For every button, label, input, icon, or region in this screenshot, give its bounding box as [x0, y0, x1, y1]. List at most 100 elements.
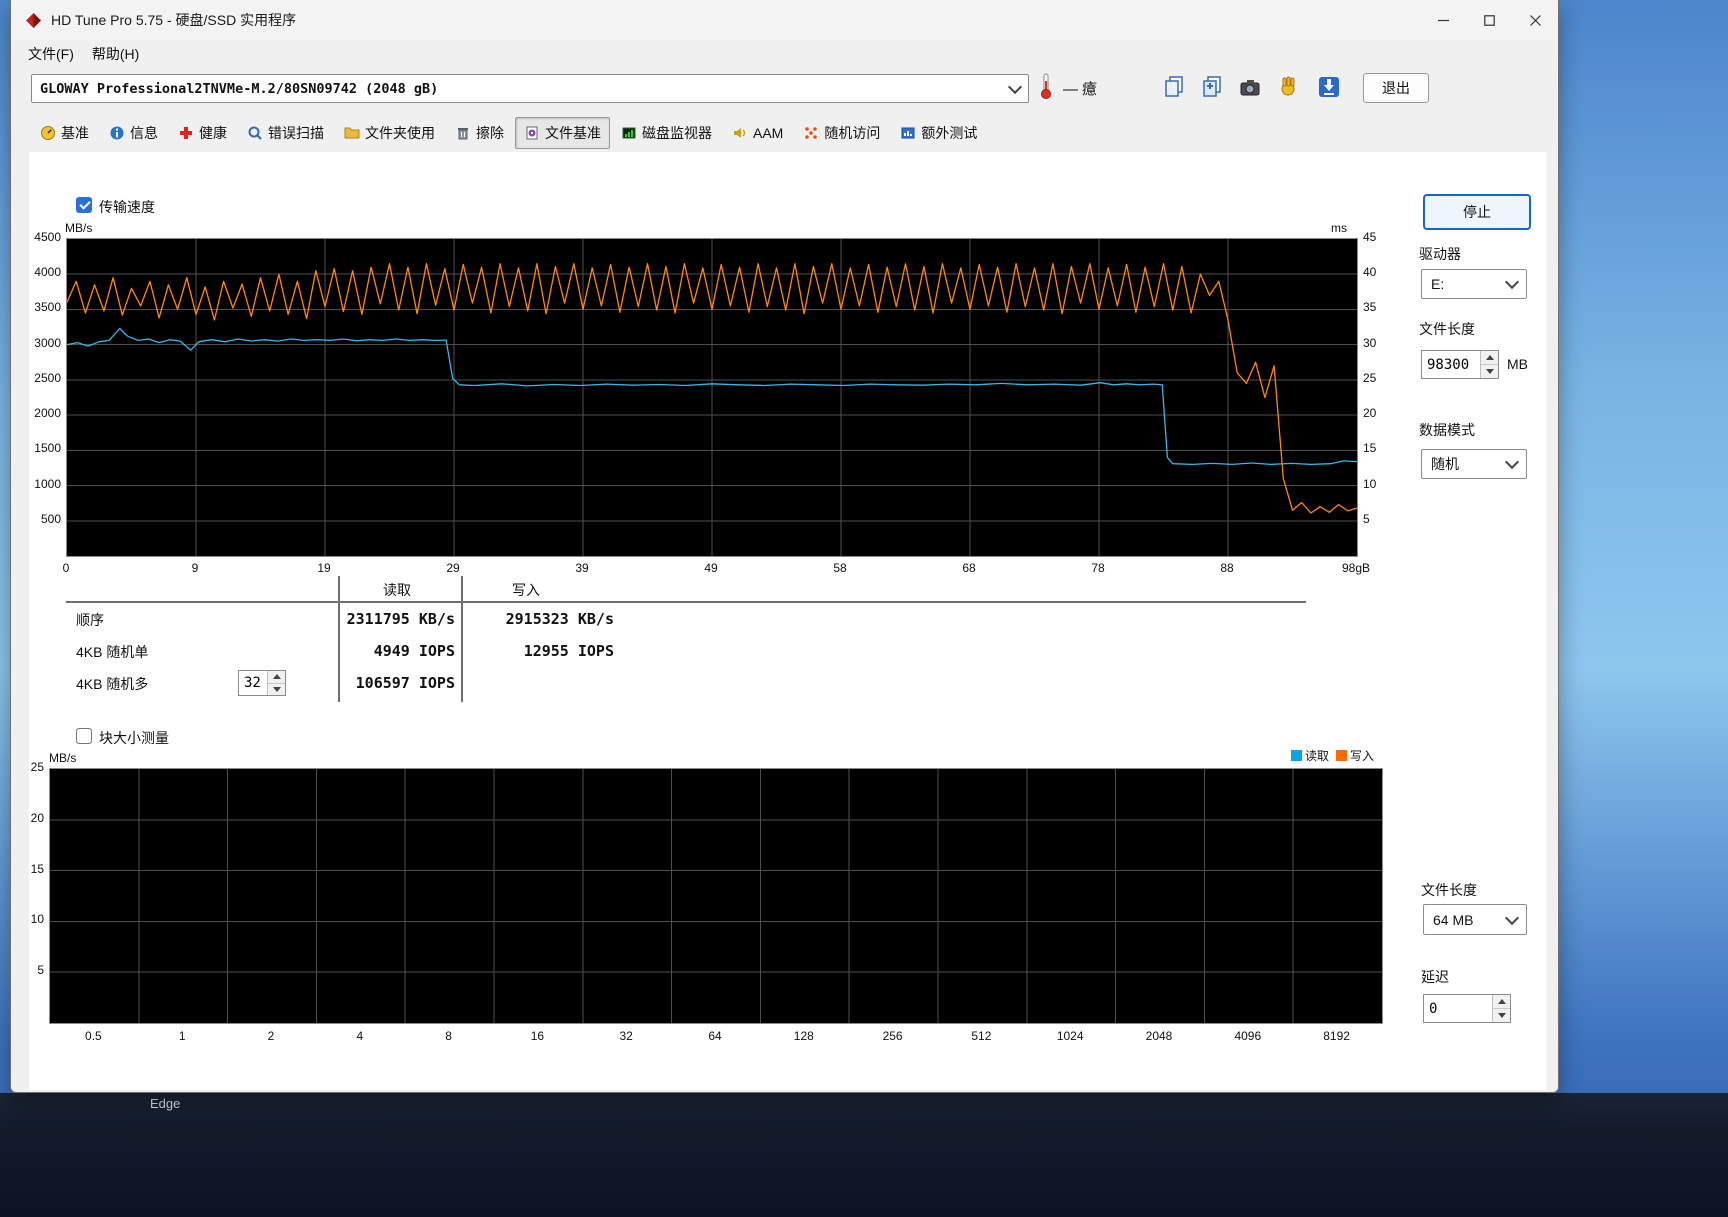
minimize-button[interactable]	[1420, 0, 1466, 40]
block-chart-x-ticks: 0.512481632641282565121024204840968192	[49, 1029, 1381, 1045]
taskbar-item-edge[interactable]: Edge	[150, 1096, 180, 1111]
drive-field-label: 驱动器	[1419, 244, 1461, 264]
data-mode-field-label: 数据模式	[1419, 420, 1475, 440]
tab-file-benchmark[interactable]: 文件基准	[515, 117, 610, 149]
chevron-down-icon	[1008, 79, 1022, 93]
file-length2-dropdown-value: 64 MB	[1433, 912, 1473, 928]
hand-pointer-button[interactable]	[1273, 72, 1303, 102]
block-size-checkbox-label: 块大小测量	[99, 728, 169, 748]
hdtune-window: HD Tune Pro 5.75 - 硬盘/SSD 实用程序 文件(F) 帮助(…	[10, 0, 1559, 1093]
results-divider	[66, 601, 1306, 603]
toolbar: GLOWAY Professional2TNVMe-M.2/80SN09742 …	[11, 67, 1558, 116]
file-length2-field-label: 文件长度	[1421, 880, 1477, 900]
tab-label: 额外测试	[921, 123, 977, 143]
copy-results-button[interactable]	[1159, 72, 1189, 102]
stop-button[interactable]: 停止	[1423, 194, 1531, 230]
data-mode-dropdown-value: 随机	[1431, 454, 1459, 474]
trash-icon	[455, 125, 471, 141]
spinner-up-button[interactable]	[1493, 995, 1510, 1009]
write-legend-label: 写入	[1350, 747, 1374, 764]
spinner-up-button[interactable]	[1481, 351, 1498, 365]
results-row-label: 4KB 随机单	[76, 642, 148, 662]
drive-dropdown[interactable]: E:	[1421, 269, 1527, 299]
results-read-value: 2311795 KB/s	[259, 610, 455, 628]
file-length-unit: MB	[1507, 356, 1528, 372]
spinner-down-button[interactable]	[1493, 1009, 1510, 1022]
block-chart-legend: 读取 写入	[1291, 747, 1374, 764]
delay-spinner[interactable]	[1423, 994, 1511, 1023]
drive-selector-combo[interactable]: GLOWAY Professional2TNVMe-M.2/80SN09742 …	[31, 74, 1029, 103]
transfer-speed-chart	[66, 238, 1358, 557]
x-axis-ticks: 09192939495868788898gB	[66, 561, 1356, 577]
camera-button[interactable]	[1235, 72, 1265, 102]
file-benchmark-panel: 传输速度 MB/s ms 450040003500300025002000150…	[29, 152, 1546, 1090]
maximize-button[interactable]	[1466, 0, 1512, 40]
menubar: 文件(F) 帮助(H)	[11, 40, 1558, 67]
results-write-value: 12955 IOPS	[476, 642, 614, 660]
drive-dropdown-value: E:	[1431, 276, 1444, 292]
tab-aam[interactable]: AAM	[723, 119, 792, 147]
data-mode-dropdown[interactable]: 随机	[1421, 449, 1527, 479]
extra-tests-icon	[900, 125, 916, 141]
tab-info[interactable]: 信息	[100, 117, 167, 149]
tab-erase[interactable]: 擦除	[446, 117, 513, 149]
tab-label: 磁盘监视器	[642, 123, 712, 143]
chevron-down-icon	[1505, 275, 1519, 289]
tab-benchmark[interactable]: 基准	[31, 117, 98, 149]
read-legend-label: 读取	[1305, 747, 1329, 764]
file-length-input[interactable]	[1422, 351, 1480, 378]
y-right-unit-label: ms	[1331, 221, 1347, 235]
folder-icon	[344, 125, 360, 141]
y-axis-left-ticks: 45004000350030002500200015001000500	[29, 238, 61, 555]
results-row-label: 4KB 随机多	[76, 674, 148, 694]
results-read-value: 4949 IOPS	[259, 642, 455, 660]
y-axis-right-ticks: 45403530252015105	[1363, 238, 1393, 555]
window-title: HD Tune Pro 5.75 - 硬盘/SSD 实用程序	[51, 10, 296, 30]
info-icon	[109, 125, 125, 141]
tab-label: 信息	[130, 123, 158, 143]
chevron-down-icon	[1505, 455, 1519, 469]
results-row-label: 顺序	[76, 610, 104, 630]
file-length-spinner[interactable]	[1421, 350, 1499, 379]
tab-label: 随机访问	[824, 123, 880, 143]
save-download-button[interactable]	[1314, 72, 1344, 102]
close-button[interactable]	[1512, 0, 1558, 40]
tab-error-scan[interactable]: 错误扫描	[238, 117, 333, 149]
block-size-checkbox[interactable]	[76, 728, 92, 744]
results-read-value: 106597 IOPS	[259, 674, 455, 692]
block-chart-unit-label: MB/s	[49, 751, 76, 765]
copy-screenshot-button[interactable]	[1197, 72, 1227, 102]
tab-disk-monitor[interactable]: 磁盘监视器	[612, 117, 721, 149]
file-benchmark-icon	[524, 125, 540, 141]
transfer-speed-checkbox-label: 传输速度	[99, 197, 155, 217]
tab-label: 文件夹使用	[365, 123, 435, 143]
block-size-chart	[49, 768, 1383, 1024]
results-write-value: 2915323 KB/s	[476, 610, 614, 628]
delay-field-label: 延迟	[1421, 967, 1449, 987]
tab-health[interactable]: 健康	[169, 117, 236, 149]
thermometer-icon	[1039, 72, 1053, 105]
tab-random-access[interactable]: 随机访问	[794, 117, 889, 149]
results-column-divider	[461, 576, 463, 702]
red-cross-icon	[178, 125, 194, 141]
spinner-down-button[interactable]	[1481, 365, 1498, 378]
menu-help[interactable]: 帮助(H)	[83, 41, 148, 67]
file-length-field-label: 文件长度	[1419, 319, 1475, 339]
monitor-chart-icon	[621, 125, 637, 141]
block-chart-y-ticks: 252015105	[29, 768, 44, 1022]
exit-button[interactable]: 退出	[1363, 73, 1429, 103]
delay-input[interactable]	[1424, 995, 1492, 1022]
drive-selector-value: GLOWAY Professional2TNVMe-M.2/80SN09742 …	[40, 81, 438, 97]
tab-label: 擦除	[476, 123, 504, 143]
file-length2-dropdown[interactable]: 64 MB	[1423, 904, 1527, 935]
titlebar: HD Tune Pro 5.75 - 硬盘/SSD 实用程序	[11, 0, 1558, 40]
tab-label: 文件基准	[545, 123, 601, 143]
tabbar: 基准 信息 健康 错误扫描 文件夹使用 擦除 文件基准 磁盘监视器	[31, 116, 1550, 150]
magnifier-icon	[247, 125, 263, 141]
transfer-speed-checkbox[interactable]	[76, 197, 92, 213]
menu-file[interactable]: 文件(F)	[19, 41, 83, 67]
tab-extra-tests[interactable]: 额外测试	[891, 117, 986, 149]
tab-folder-usage[interactable]: 文件夹使用	[335, 117, 444, 149]
read-legend-swatch	[1291, 750, 1302, 761]
gauge-icon	[40, 125, 56, 141]
